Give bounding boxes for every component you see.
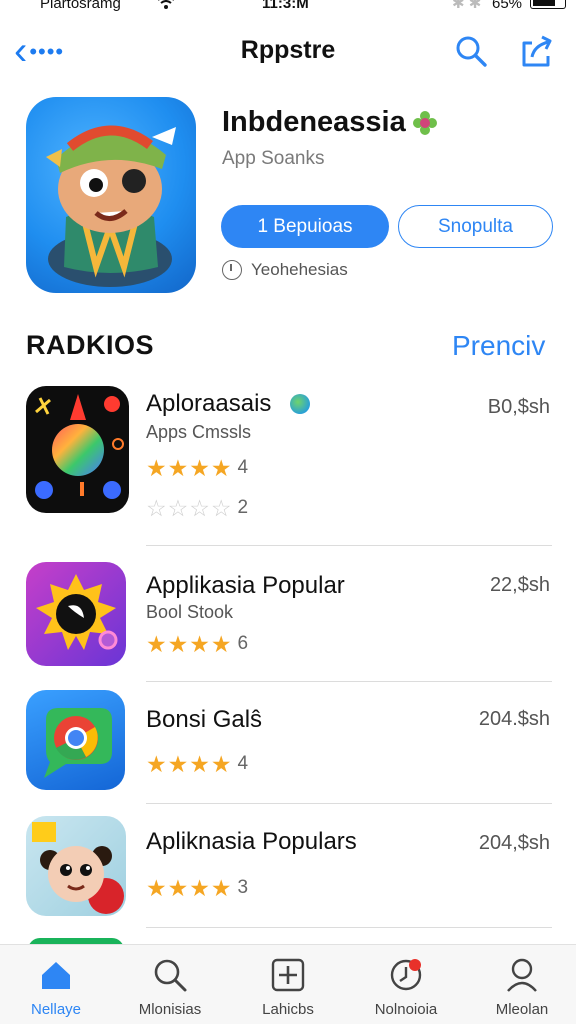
featured-app-title: Inbdeneassia — [222, 106, 406, 138]
tab-bar: Nellaye Mlonisias Lahicbs Nolnoioia Mleo… — [0, 944, 576, 1024]
star-rating: ★ ★ ★ ★ 4 — [146, 456, 248, 480]
app-name: Aploraasais — [146, 390, 272, 417]
tab-profile[interactable]: Mleolan — [472, 945, 572, 1024]
tab-label: Mlonisias — [138, 1001, 202, 1018]
status-bar: Plartosramg 11:3:M ✱ ✱ 65% — [0, 0, 576, 16]
tab-search[interactable]: Mlonisias — [120, 945, 220, 1024]
status-time: 11:3:M — [262, 0, 309, 12]
tab-label: Nolnoioia — [374, 1001, 438, 1018]
featured-note-text: Yeohehesias — [251, 260, 348, 279]
star-outline-icon: ☆ — [146, 494, 167, 521]
app-store-screen: Plartosramg 11:3:M ✱ ✱ 65% ‹ •••• Rppstr… — [0, 0, 576, 1024]
app-price: 204.$sh — [478, 708, 550, 730]
share-icon — [522, 35, 552, 67]
divider — [146, 681, 552, 682]
page-title: Rppstre — [240, 36, 336, 64]
featured-app-subtitle: App Soanks — [222, 148, 325, 169]
app-subtitle: Bool Stook — [146, 602, 234, 622]
star-icon: ★ — [146, 874, 167, 901]
star-icon: ★ — [210, 750, 232, 777]
star-icon: ★ — [189, 874, 210, 901]
back-button[interactable]: ‹ •••• — [14, 29, 84, 73]
tab-notifications[interactable]: Nolnoioia — [356, 945, 456, 1024]
app-price: 204,$sh — [478, 832, 550, 854]
list-item[interactable]: Apliknasia Populars 204,$sh ★ ★ ★ ★ 3 — [0, 816, 576, 928]
rating-count: 4 — [237, 457, 249, 478]
star-icon: ★ — [167, 630, 189, 657]
star-rating: ★ ★ ★ ★ 3 — [146, 876, 248, 900]
star-icon: ★ — [210, 874, 232, 901]
get-button[interactable]: 1 Bepuioas — [221, 205, 389, 248]
star-icon: ★ — [146, 630, 167, 657]
star-rating-empty: ☆ ☆ ☆ ☆ 2 — [146, 496, 248, 520]
list-item[interactable]: Applikasia Popular 22,$sh Bool Stook ★ ★… — [0, 562, 576, 682]
divider — [146, 545, 552, 546]
home-icon — [42, 962, 70, 989]
globe-icon — [290, 394, 310, 414]
app-icon-chat — [26, 690, 125, 790]
rating-count: 6 — [237, 633, 249, 654]
star-icon: ★ — [167, 874, 189, 901]
app-name: Apliknasia Populars — [146, 828, 357, 855]
rating-count: 4 — [237, 753, 249, 774]
app-icon-colorwheel — [26, 386, 129, 513]
list-item[interactable]: Aploraasais B0,$sh Apps Cmssls ★ ★ ★ ★ 4… — [0, 386, 576, 546]
rating-count: 3 — [237, 877, 249, 898]
chevron-left-icon: ‹ — [14, 29, 28, 73]
carrier-label: Plartosramg — [40, 0, 121, 12]
app-subtitle: Apps Cmssls — [146, 422, 252, 442]
star-rating: ★ ★ ★ ★ 6 — [146, 632, 248, 656]
tab-home[interactable]: Nellaye — [6, 945, 106, 1024]
wifi-icon — [156, 0, 176, 12]
app-name: Applikasia Popular — [146, 572, 345, 599]
star-icon: ★ — [210, 454, 232, 481]
section-title: RADKIOS — [26, 330, 155, 360]
star-outline-icon: ☆ — [167, 494, 189, 521]
battery-icon — [530, 0, 566, 9]
tab-label: Mleolan — [495, 1001, 549, 1018]
flower-badge-icon — [412, 110, 438, 136]
star-icon: ★ — [146, 750, 167, 777]
tab-label: Lahicbs — [262, 1001, 314, 1018]
star-icon: ★ — [210, 630, 232, 657]
tab-label: Nellaye — [30, 1001, 82, 1018]
star-icon: ★ — [167, 750, 189, 777]
tab-add[interactable]: Lahicbs — [238, 945, 338, 1024]
profile-icon — [507, 958, 537, 992]
star-icon: ★ — [167, 454, 189, 481]
star-rating: ★ ★ ★ ★ 4 — [146, 752, 248, 776]
star-outline-icon: ☆ — [189, 494, 210, 521]
app-icon-sun — [26, 562, 126, 666]
app-name: Bonsi Galŝ — [146, 706, 263, 733]
star-outline-icon: ☆ — [210, 494, 232, 521]
rating-count: 2 — [237, 497, 249, 518]
notification-icon — [390, 959, 422, 991]
search-icon — [154, 959, 187, 992]
star-icon: ★ — [189, 454, 210, 481]
featured-note: Yeohehesias — [222, 258, 348, 282]
app-price: B0,$sh — [487, 396, 550, 418]
app-icon-panda — [26, 816, 126, 916]
divider — [146, 927, 552, 928]
list-item[interactable]: Bonsi Galŝ 204.$sh ★ ★ ★ ★ 4 — [0, 690, 576, 804]
bluetooth-icon: ✱ ✱ — [452, 0, 482, 12]
battery-percent: 65% — [492, 0, 523, 12]
more-dots-icon: •••• — [29, 39, 65, 64]
divider — [146, 803, 552, 804]
clock-icon — [222, 260, 242, 280]
share-button[interactable] — [518, 32, 556, 70]
secondary-button[interactable]: Snopulta — [398, 205, 553, 248]
star-icon: ★ — [189, 630, 210, 657]
plus-square-icon — [271, 958, 305, 992]
see-all-link[interactable]: Prenciv — [452, 330, 545, 362]
search-icon — [456, 36, 487, 67]
star-icon: ★ — [146, 454, 167, 481]
featured-app-icon[interactable] — [26, 97, 196, 293]
search-button[interactable] — [452, 32, 490, 70]
star-icon: ★ — [189, 750, 210, 777]
app-price: 22,$sh — [489, 574, 550, 596]
